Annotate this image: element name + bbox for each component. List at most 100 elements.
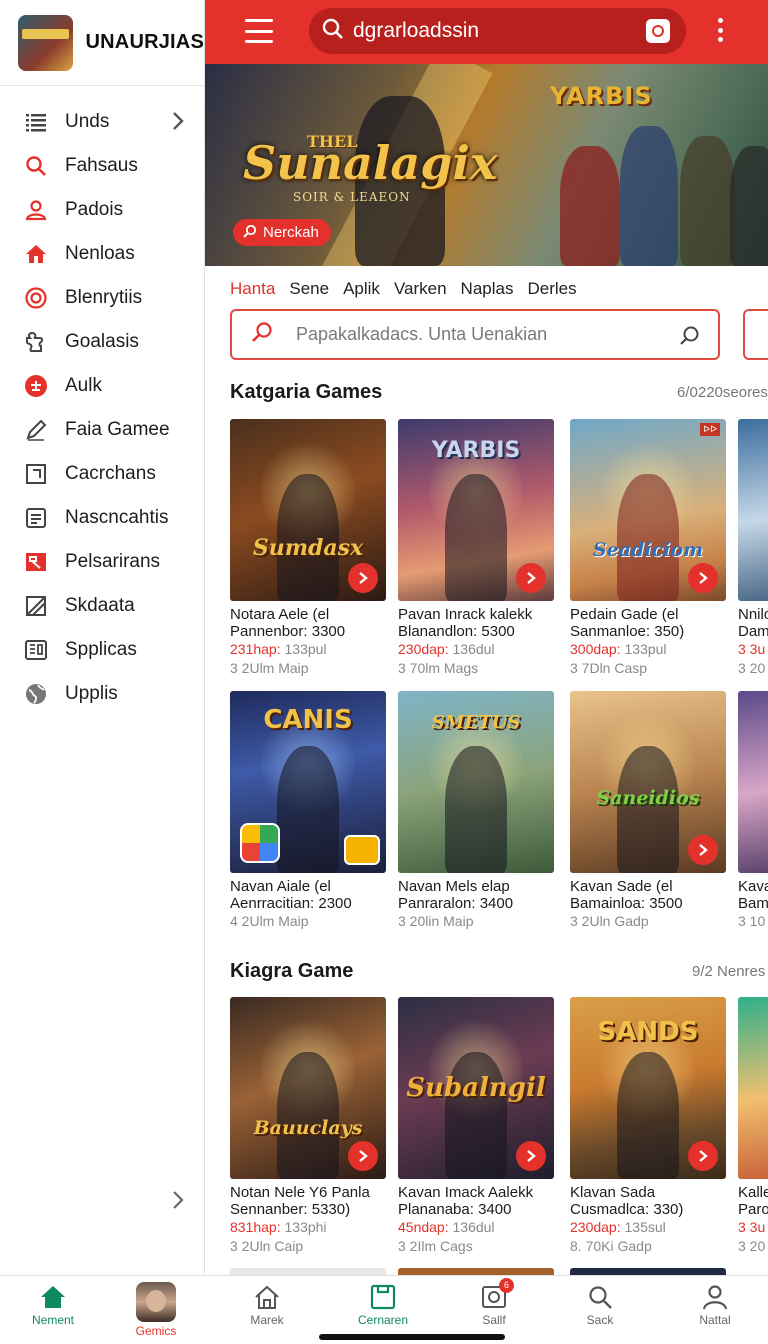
sidebar-item-fahsaus[interactable]: Fahsaus	[0, 144, 204, 188]
list-icon	[24, 110, 48, 134]
play-arrow-icon[interactable]	[688, 1141, 718, 1171]
top-search-bar[interactable]	[309, 8, 686, 54]
game-thumbnail[interactable]	[738, 997, 768, 1179]
game-card-partial[interactable]: Kalle Paro 3 3u 3 20	[738, 997, 768, 1256]
game-thumbnail[interactable]: SMETUS	[398, 691, 554, 873]
sidebar-item-nascncahtis[interactable]: Nascncahtis	[0, 496, 204, 540]
game-card[interactable]: SANDS Klavan Sada Cusmadlca: 330) 230dap…	[570, 997, 726, 1256]
game-thumbnail[interactable]: YARBIS	[398, 419, 554, 601]
nav-item-marek[interactable]: Marek	[217, 1276, 317, 1344]
game-subtitle: Sanmanloe: 350)	[570, 623, 685, 640]
game-meta: 3 10	[738, 913, 766, 929]
game-stat-secondary: 135sul	[624, 1219, 666, 1235]
nav-item-sack[interactable]: Sack	[550, 1276, 650, 1344]
tab-varken[interactable]: Varken	[394, 279, 447, 299]
sidebar-item-pelsarirans[interactable]: Pelsarirans	[0, 540, 204, 584]
section-count[interactable]: 6/0220seores	[677, 384, 768, 401]
game-card[interactable]: Subalngil Kavan Imack Aalekk Plananaba: …	[398, 997, 554, 1256]
hero-title: Sunalagix	[243, 136, 498, 190]
game-meta: 3 7Dln Casp	[570, 660, 648, 676]
sidebar-item-skdaata[interactable]: Skdaata	[0, 584, 204, 628]
document-icon	[24, 506, 48, 530]
sidebar-menu: Unds Fahsaus Padois Nenloas Blenrytiis G…	[0, 86, 204, 716]
camera-icon[interactable]	[646, 19, 670, 43]
tab-sene[interactable]: Sene	[289, 279, 329, 299]
nav-item-gemics[interactable]: Gemics	[106, 1276, 206, 1344]
game-thumbnail[interactable]	[738, 691, 768, 873]
game-thumbnail[interactable]: Saneidios	[570, 691, 726, 873]
game-title: Nnilo	[738, 606, 768, 623]
tab-hanta[interactable]: Hanta	[230, 279, 275, 299]
sidebar-item-padois[interactable]: Padois	[0, 188, 204, 232]
sidebar-item-aulk[interactable]: Aulk	[0, 364, 204, 408]
nav-item-nement[interactable]: Nement	[3, 1276, 103, 1344]
play-arrow-icon[interactable]	[348, 563, 378, 593]
tab-derles[interactable]: Derles	[527, 279, 576, 299]
game-logo-text: SMETUS	[431, 712, 521, 733]
section-count[interactable]: 9/2 Nenres	[692, 963, 765, 980]
sidebar-item-upplis[interactable]: Upplis	[0, 672, 204, 716]
game-card[interactable]: YARBIS Pavan Inrack kalekk Blanandlon: 5…	[398, 419, 554, 678]
target-icon	[24, 286, 48, 310]
home-indicator[interactable]	[319, 1334, 505, 1340]
game-thumbnail[interactable]	[738, 419, 768, 601]
game-card[interactable]: Sumdasx Notara Aele (el Pannenbor: 3300 …	[230, 419, 386, 678]
game-logo-text: Seadiciom	[592, 539, 704, 561]
chevron-right-icon	[172, 111, 184, 136]
app-logo[interactable]	[18, 14, 73, 71]
game-card[interactable]: CANIS Navan Aiale (el Aenrracitian: 2300…	[230, 691, 386, 931]
box-icon	[24, 594, 48, 618]
top-search-input[interactable]	[353, 19, 623, 43]
category-tabs: Hanta Sene Aplik Varken Naplas Derles	[230, 279, 591, 299]
sidebar-item-nenloas[interactable]: Nenloas	[0, 232, 204, 276]
play-arrow-icon[interactable]	[348, 1141, 378, 1171]
tab-naplas[interactable]: Naplas	[461, 279, 514, 299]
play-arrow-icon[interactable]	[516, 1141, 546, 1171]
tab-aplik[interactable]: Aplik	[343, 279, 380, 299]
game-card[interactable]: SMETUS Navan Mels elap Panraralon: 3400 …	[398, 691, 554, 931]
newspaper-icon	[24, 638, 48, 662]
section-title: Kiagra Game	[230, 960, 354, 982]
filter-button[interactable]	[743, 309, 768, 360]
game-thumbnail[interactable]: SANDS	[570, 997, 726, 1179]
hero-badge-button[interactable]: Nerckah	[233, 219, 331, 246]
sidebar-item-faia-gamee[interactable]: Faia Gamee	[0, 408, 204, 452]
play-arrow-icon[interactable]	[688, 563, 718, 593]
play-arrow-icon[interactable]	[516, 563, 546, 593]
game-title: Navan Mels elap	[398, 878, 510, 895]
content-search-input[interactable]	[296, 324, 656, 345]
sidebar-item-cacrchans[interactable]: Cacrchans	[0, 452, 204, 496]
sidebar-item-spplicas[interactable]: Spplicas	[0, 628, 204, 672]
game-card[interactable]: Saneidios Kavan Sade (el Bamainloa: 3500…	[570, 691, 726, 931]
game-thumbnail[interactable]: ᐅᐅ Seadiciom	[570, 419, 726, 601]
puzzle-icon	[24, 330, 48, 354]
search-icon[interactable]	[678, 324, 702, 353]
game-card[interactable]: Bauuclays Notan Nele Y6 Panla Sennanber:…	[230, 997, 386, 1256]
chevron-right-icon[interactable]	[172, 1190, 184, 1215]
game-stat: 230dap:	[570, 1219, 621, 1235]
game-subtitle: Cusmadlca: 330)	[570, 1201, 684, 1218]
sidebar-item-blenrytiis[interactable]: Blenrytiis	[0, 276, 204, 320]
person-icon	[701, 1284, 729, 1310]
hero-banner[interactable]: YARBIS THEL Sunalagix SOIR & LEAEON Nerc…	[205, 64, 768, 266]
hamburger-menu-button[interactable]	[241, 16, 277, 46]
game-subtitle: Sennanber: 5330)	[230, 1201, 351, 1218]
game-thumbnail[interactable]: Subalngil	[398, 997, 554, 1179]
game-thumbnail[interactable]: Bauuclays	[230, 997, 386, 1179]
game-title: Kavan Sade (el	[570, 878, 673, 895]
game-card-partial[interactable]: Nnilo Dam 3 3u 3 20	[738, 419, 768, 678]
nav-item-nattal[interactable]: Nattal	[665, 1276, 765, 1344]
sidebar-item-unds[interactable]: Unds	[0, 100, 204, 144]
sidebar-item-goalasis[interactable]: Goalasis	[0, 320, 204, 364]
game-thumbnail[interactable]: Sumdasx	[230, 419, 386, 601]
game-meta: 3 2Ilm Cags	[398, 1238, 473, 1254]
game-card[interactable]: ᐅᐅ Seadiciom Pedain Gade (el Sanmanloe: …	[570, 419, 726, 678]
play-arrow-icon[interactable]	[688, 835, 718, 865]
game-title: Notara Aele (el	[230, 606, 330, 623]
more-options-icon[interactable]	[718, 18, 724, 42]
game-card-partial[interactable]: Kava Bam 3 10	[738, 691, 768, 931]
sidebar-item-label: Cacrchans	[65, 463, 156, 484]
play-store-icon	[240, 823, 280, 863]
content-search-bar[interactable]	[230, 309, 720, 360]
game-thumbnail[interactable]: CANIS	[230, 691, 386, 873]
